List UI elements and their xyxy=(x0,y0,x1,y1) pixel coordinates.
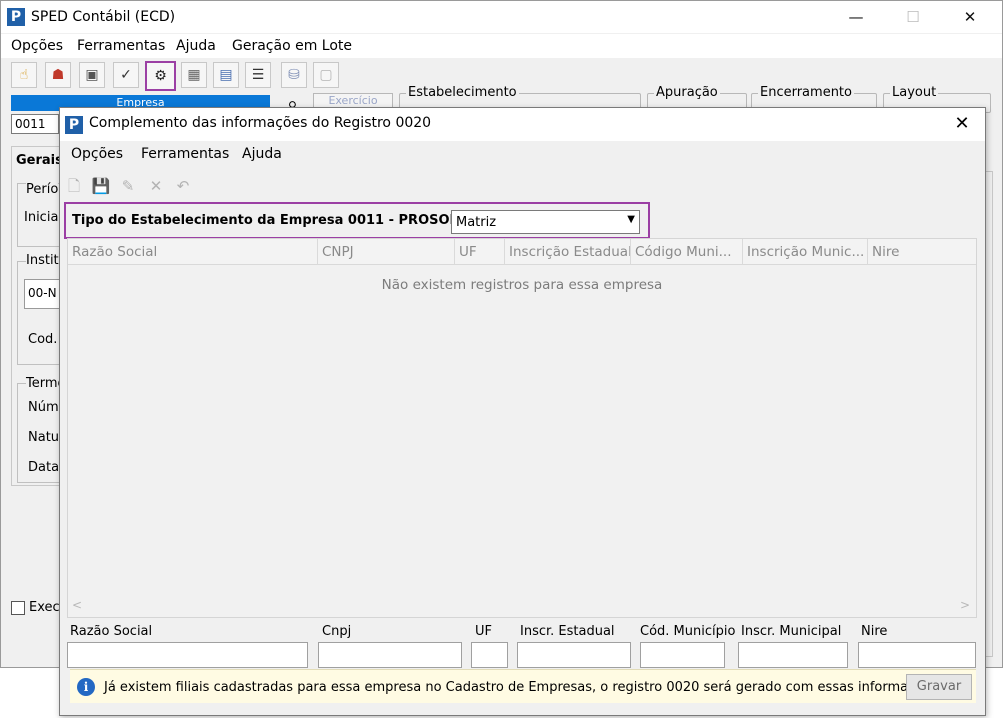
check-icon[interactable]: ✓ xyxy=(113,62,139,88)
inscr-municipal-label: Inscr. Municipal xyxy=(741,624,842,639)
dialog-menu-ajuda[interactable]: Ajuda xyxy=(242,146,282,162)
cnpj-label: Cnpj xyxy=(322,624,352,639)
inscr-estadual-label: Inscr. Estadual xyxy=(520,624,615,639)
periodo-legend: Perío xyxy=(26,182,59,197)
empresa-code-field[interactable]: 0011 xyxy=(11,114,59,134)
inscr-estadual-field[interactable] xyxy=(517,642,631,668)
uf-field[interactable] xyxy=(471,642,508,668)
dialog-menu-ferramentas[interactable]: Ferramentas xyxy=(141,146,229,162)
briefcase-icon[interactable]: ▣ xyxy=(79,62,105,88)
inicial-label: Inicial xyxy=(24,210,63,225)
complement-icon[interactable]: ⚙ xyxy=(145,61,176,91)
menu-geracao-em-lote[interactable]: Geração em Lote xyxy=(232,38,352,54)
dialog-toolbar: 🗋 💾 ✎ ✕ ↶ xyxy=(60,172,985,198)
column-header-inscricao-municipal[interactable]: Inscrição Munic... xyxy=(743,239,868,265)
layout-legend: Layout xyxy=(890,85,939,100)
gerais-panel: Gerais Perío Inicial Instit 00-N Cod. Te… xyxy=(11,146,67,486)
instituicao-legend: Instit xyxy=(26,253,59,268)
delete-icon[interactable]: ✕ xyxy=(146,176,166,196)
horizontal-scrollbar[interactable]: < > xyxy=(68,597,976,617)
filiais-grid: Razão Social CNPJ UF Inscrição Estadual … xyxy=(67,238,977,618)
tipo-select-value: Matriz xyxy=(456,215,497,230)
column-header-nire[interactable]: Nire xyxy=(868,239,976,265)
data-label: Data xyxy=(28,460,60,475)
column-header-codigo-municipio[interactable]: Código Muni... xyxy=(631,239,743,265)
column-header-uf[interactable]: UF xyxy=(455,239,505,265)
scroll-left-icon[interactable]: < xyxy=(72,598,82,612)
razao-social-label: Razão Social xyxy=(70,624,153,639)
menu-ferramentas[interactable]: Ferramentas xyxy=(77,38,165,54)
gerais-tab[interactable]: Gerais xyxy=(16,153,63,168)
uf-label: UF xyxy=(475,624,492,639)
new-icon[interactable]: 🗋 xyxy=(64,176,84,196)
tipo-estabelecimento-select[interactable]: Matriz ▼ xyxy=(451,210,640,234)
main-menubar: Opções Ferramentas Ajuda Geração em Lote xyxy=(1,34,1002,58)
apuracao-legend: Apuração xyxy=(654,85,720,100)
grid-header: Razão Social CNPJ UF Inscrição Estadual … xyxy=(68,239,976,265)
close-button[interactable]: ✕ xyxy=(947,1,993,33)
maximize-button[interactable]: ☐ xyxy=(890,1,936,33)
disabled-icon[interactable]: ▢ xyxy=(313,62,339,88)
instituicao-group xyxy=(17,261,65,365)
empty-grid-message: Não existem registros para essa empresa xyxy=(381,277,663,293)
inscr-municipal-field[interactable] xyxy=(738,642,848,668)
database-icon[interactable]: ⛁ xyxy=(281,62,307,88)
report-icon[interactable]: ☰ xyxy=(245,62,271,88)
undo-icon[interactable]: ↶ xyxy=(173,176,193,196)
tipo-estabelecimento-label: Tipo do Estabelecimento da Empresa 0011 … xyxy=(72,213,468,228)
window-title: SPED Contábil (ECD) xyxy=(31,9,176,25)
instituicao-field[interactable]: 00-N xyxy=(24,279,64,309)
column-header-razao-social[interactable]: Razão Social xyxy=(68,239,318,265)
razao-social-field[interactable] xyxy=(67,642,308,668)
registro-0020-dialog: P Complemento das informações do Registr… xyxy=(59,107,986,716)
document-icon[interactable]: ▤ xyxy=(213,62,239,88)
exec-checkbox-label: Exec xyxy=(29,600,60,615)
estabelecimento-legend: Estabelecimento xyxy=(406,85,519,100)
minimize-button[interactable]: — xyxy=(833,1,879,33)
dialog-menu-opcoes[interactable]: Opções xyxy=(71,146,123,162)
people-icon[interactable]: ☗ xyxy=(45,62,71,88)
exec-checkbox[interactable] xyxy=(11,601,25,615)
column-header-cnpj[interactable]: CNPJ xyxy=(318,239,455,265)
dialog-titlebar: P Complemento das informações do Registr… xyxy=(60,108,985,141)
encerramento-legend: Encerramento xyxy=(758,85,854,100)
cnpj-field[interactable] xyxy=(318,642,462,668)
nire-field[interactable] xyxy=(858,642,976,668)
dialog-title: Complemento das informações do Registro … xyxy=(89,115,432,131)
info-bar: i Já existem filiais cadastradas para es… xyxy=(70,669,976,703)
cod-label: Cod. xyxy=(28,332,58,347)
cod-municipio-label: Cód. Município xyxy=(640,624,736,639)
chevron-down-icon[interactable]: ▼ xyxy=(627,214,635,225)
tipo-estabelecimento-box: Tipo do Estabelecimento da Empresa 0011 … xyxy=(64,202,650,239)
hand-icon[interactable]: ☝ xyxy=(11,62,37,88)
edit-icon[interactable]: ✎ xyxy=(118,176,138,196)
dialog-menubar: Opções Ferramentas Ajuda xyxy=(60,142,985,168)
scroll-right-icon[interactable]: > xyxy=(960,598,970,612)
info-message: Já existem filiais cadastradas para essa… xyxy=(104,680,943,695)
dialog-close-button[interactable]: ✕ xyxy=(945,108,979,139)
gravar-button[interactable]: Gravar xyxy=(906,674,972,700)
save-icon[interactable]: 💾 xyxy=(91,176,111,196)
nire-label: Nire xyxy=(861,624,888,639)
app-logo-icon: P xyxy=(7,8,25,26)
cod-municipio-field[interactable] xyxy=(640,642,725,668)
info-icon: i xyxy=(77,678,95,696)
menu-ajuda[interactable]: Ajuda xyxy=(176,38,216,54)
column-header-inscricao-estadual[interactable]: Inscrição Estadual xyxy=(505,239,631,265)
main-titlebar: P SPED Contábil (ECD) — ☐ ✕ xyxy=(1,1,1002,33)
calendar-icon[interactable]: ▦ xyxy=(181,62,207,88)
menu-opcoes[interactable]: Opções xyxy=(11,38,63,54)
dialog-logo-icon: P xyxy=(65,116,83,134)
